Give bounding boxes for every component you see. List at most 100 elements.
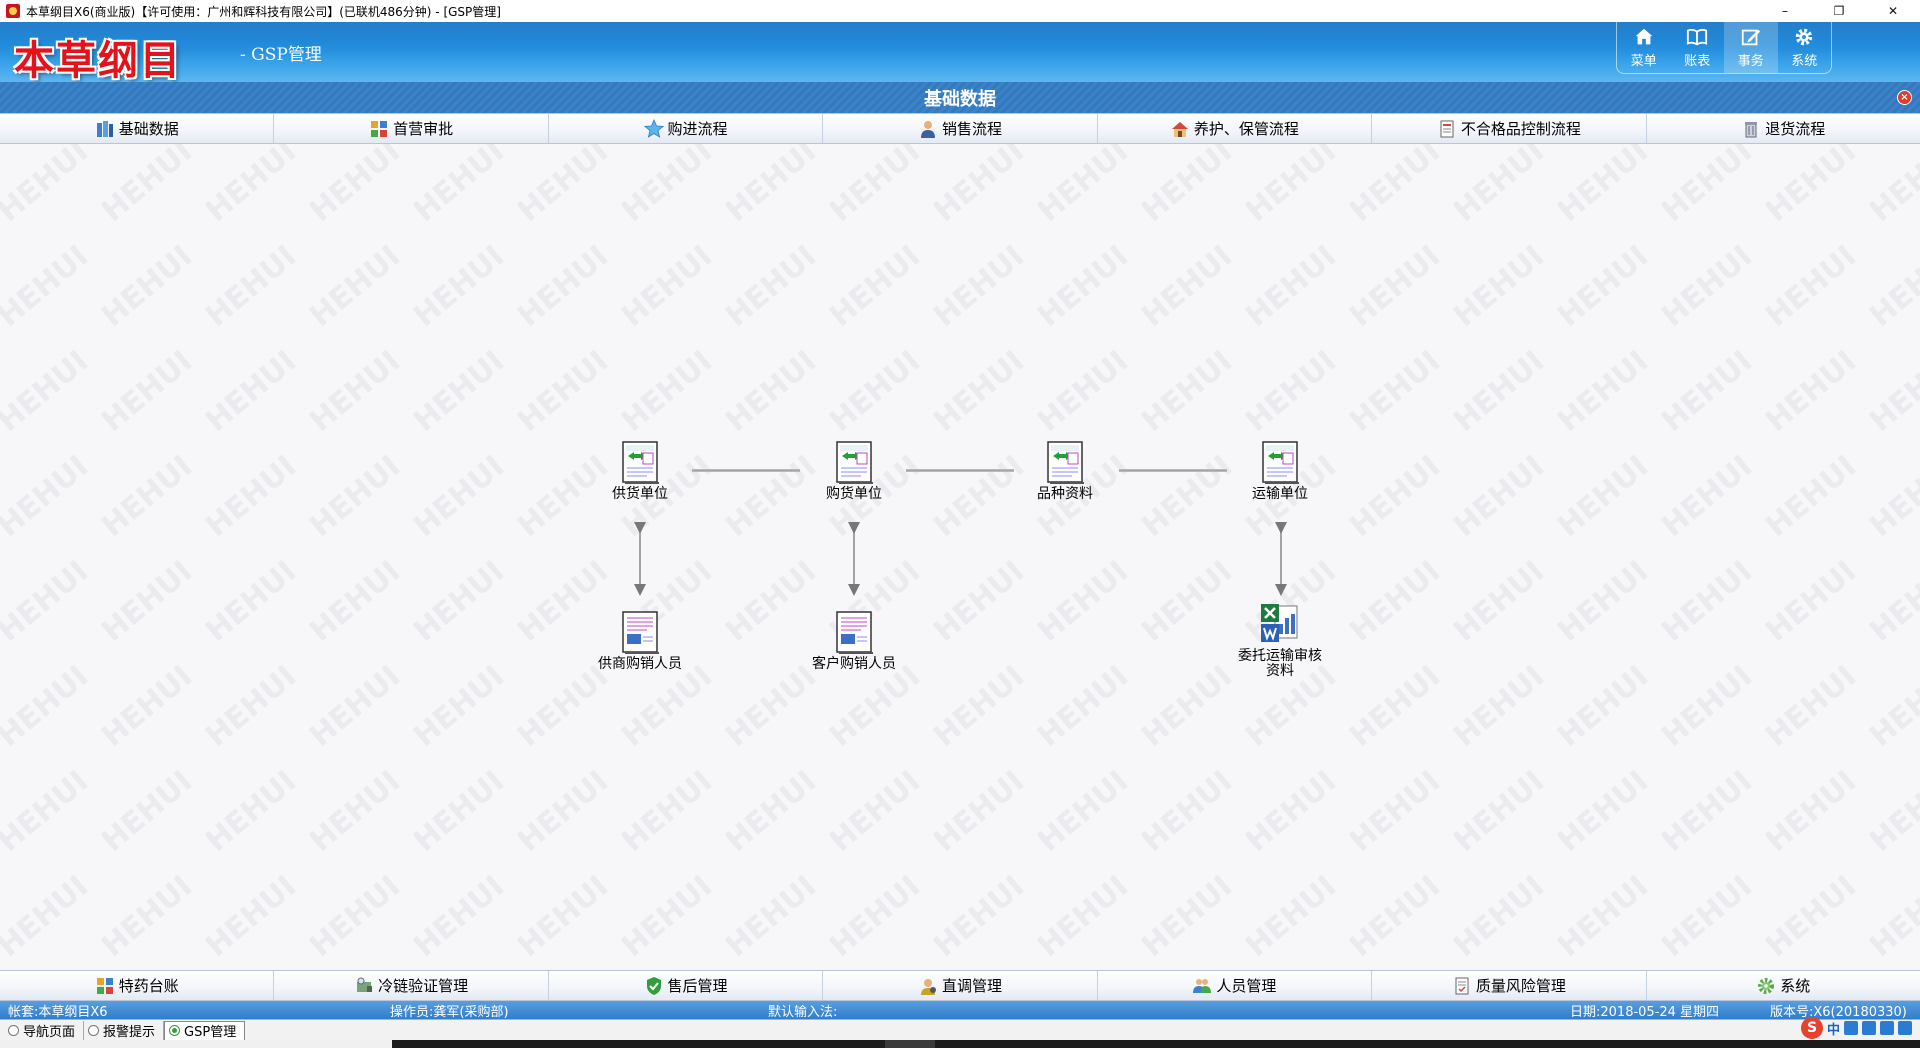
- tab-quality-risk-label: 质量风险管理: [1475, 977, 1566, 995]
- restore-button[interactable]: ❐: [1812, 0, 1866, 22]
- person-card-icon: [836, 611, 873, 654]
- section-header: 基础数据 ×: [0, 82, 1920, 113]
- node-supplier-staff-label: 供商购销人员: [598, 656, 682, 672]
- node-supplier-label: 供货单位: [612, 486, 668, 502]
- tab-quality-risk[interactable]: 质量风险管理: [1372, 971, 1647, 1000]
- top-tab-bar: 基础数据 首营审批 购进流程 销售流程 养护、保管流程 不合格品控制流程 退货流…: [0, 113, 1920, 144]
- app-icon: [6, 4, 20, 18]
- tab-maintenance-flow-label: 养护、保管流程: [1193, 120, 1299, 138]
- ime-tools-icon[interactable]: [1898, 1021, 1912, 1035]
- node-buyer-label: 购货单位: [826, 486, 882, 502]
- task-tab-navigation-label: 导航页面: [23, 1024, 76, 1040]
- minimize-button[interactable]: –: [1758, 0, 1812, 22]
- node-carrier[interactable]: 运输单位: [1225, 440, 1335, 502]
- nav-menu-button[interactable]: 菜单: [1617, 22, 1671, 73]
- node-buyer[interactable]: 购货单位: [799, 440, 909, 502]
- node-product-data[interactable]: 品种资料: [1010, 440, 1120, 502]
- ime-mode-indicator[interactable]: 中: [1827, 1019, 1840, 1038]
- radio-icon: [88, 1024, 100, 1036]
- task-tab-gsp-label: GSP管理: [184, 1025, 237, 1040]
- nav-system-label: 系统: [1791, 54, 1818, 69]
- data-card-icon: [836, 441, 873, 484]
- task-tab-alerts[interactable]: 报警提示: [84, 1020, 165, 1040]
- tab-first-approval[interactable]: 首营审批: [274, 114, 549, 143]
- section-title: 基础数据: [924, 88, 996, 110]
- shield-icon: [646, 976, 661, 995]
- taskbar-edge-mid: [885, 1040, 935, 1048]
- data-card-icon: [1262, 441, 1299, 484]
- house-icon: [1171, 121, 1188, 137]
- status-input-method: 默认输入法:: [768, 1004, 838, 1020]
- tab-cold-chain[interactable]: 冷链验证管理: [274, 971, 549, 1000]
- nav-affairs-label: 事务: [1737, 54, 1764, 69]
- tab-system-label: 系统: [1780, 977, 1811, 995]
- module-subtitle: - GSP管理: [240, 45, 322, 65]
- node-product-data-label: 品种资料: [1037, 486, 1093, 502]
- tab-sales-flow[interactable]: 销售流程: [823, 114, 1098, 143]
- tab-system[interactable]: 系统: [1647, 971, 1920, 1000]
- books-icon: [96, 120, 113, 137]
- home-icon: [1635, 28, 1652, 45]
- tab-direct-transfer[interactable]: 直调管理: [823, 971, 1098, 1000]
- node-transport-audit-label: 委托运输审核资料: [1238, 648, 1322, 679]
- tab-special-drug-ledger-label: 特药台账: [118, 977, 179, 995]
- close-section-icon[interactable]: ×: [1897, 90, 1912, 105]
- ime-keyboard-icon[interactable]: [1862, 1021, 1876, 1035]
- edit-icon: [1741, 29, 1760, 46]
- user-gear-icon: [920, 978, 936, 995]
- window-title-bar: 本草纲目X6(商业版)【许可使用：广州和辉科技有限公司】(已联机486分钟) -…: [0, 0, 1920, 22]
- data-card-icon: [622, 441, 659, 484]
- node-supplier[interactable]: 供货单位: [585, 440, 695, 502]
- tab-personnel[interactable]: 人员管理: [1098, 971, 1373, 1000]
- nav-system-button[interactable]: 系统: [1778, 22, 1832, 73]
- person-card-icon: [622, 611, 659, 654]
- tab-cold-chain-label: 冷链验证管理: [378, 977, 469, 995]
- taskbar-edge: [0, 1040, 1920, 1048]
- radio-icon: [169, 1025, 181, 1036]
- gear-icon: [1758, 977, 1775, 994]
- nav-reports-button[interactable]: 账表: [1671, 22, 1725, 73]
- taskbar-edge-left: [0, 1040, 392, 1048]
- tab-purchase-flow[interactable]: 购进流程: [549, 114, 824, 143]
- tab-maintenance-flow[interactable]: 养护、保管流程: [1098, 114, 1373, 143]
- bottom-tab-bar: 特药台账 冷链验证管理 售后管理 直调管理 人员管理 质量风险管理 系统: [0, 970, 1920, 1001]
- tab-special-drug-ledger[interactable]: 特药台账: [0, 971, 275, 1000]
- app-logo: 本草纲目: [14, 37, 182, 82]
- node-transport-audit[interactable]: 委托运输审核资料: [1225, 602, 1335, 679]
- tab-basic-data[interactable]: 基础数据: [0, 114, 275, 143]
- status-date: 日期:2018-05-24 星期四: [1570, 1004, 1720, 1020]
- users-icon: [1193, 978, 1212, 993]
- task-tab-gsp[interactable]: GSP管理: [164, 1020, 246, 1040]
- task-tab-navigation[interactable]: 导航页面: [4, 1020, 85, 1040]
- status-operator: 操作员:龚军(采购部): [390, 1004, 509, 1020]
- tab-first-approval-label: 首营审批: [393, 120, 454, 138]
- ime-punct-icon[interactable]: [1844, 1021, 1858, 1035]
- node-carrier-label: 运输单位: [1252, 486, 1308, 502]
- app-header: 本草纲目 - GSP管理 菜单 账表 事务 系统: [0, 22, 1920, 82]
- sogou-ime-icon[interactable]: S: [1800, 1017, 1823, 1039]
- status-bar: 帐套:本草纲目X6 操作员:龚军(采购部) 默认输入法: 日期:2018-05-…: [0, 1001, 1920, 1020]
- close-window-button[interactable]: ✕: [1866, 0, 1920, 22]
- gear-icon: [1796, 28, 1813, 46]
- node-customer-staff[interactable]: 客户购销人员: [799, 610, 909, 672]
- ime-settings-icon[interactable]: [1880, 1021, 1894, 1035]
- ime-toolbar[interactable]: S 中: [1800, 1016, 1912, 1040]
- puzzle-icon: [371, 120, 388, 137]
- radio-icon: [8, 1024, 19, 1036]
- office-docs-icon: [1261, 604, 1298, 642]
- tab-nonconforming-flow[interactable]: 不合格品控制流程: [1372, 114, 1647, 143]
- tab-after-sales[interactable]: 售后管理: [549, 971, 824, 1000]
- status-account: 帐套:本草纲目X6: [8, 1004, 108, 1020]
- task-tab-bar: 导航页面 报警提示 GSP管理: [0, 1019, 1920, 1040]
- tab-return-flow[interactable]: 退货流程: [1647, 114, 1920, 143]
- book-icon: [1687, 28, 1708, 46]
- nav-affairs-button[interactable]: 事务: [1724, 22, 1778, 73]
- tab-nonconforming-flow-label: 不合格品控制流程: [1460, 120, 1581, 138]
- tab-personnel-label: 人员管理: [1216, 977, 1277, 995]
- node-supplier-staff[interactable]: 供商购销人员: [585, 610, 695, 672]
- tab-after-sales-label: 售后管理: [667, 977, 728, 995]
- doc-check-icon: [1455, 977, 1469, 994]
- task-tab-alerts-label: 报警提示: [103, 1024, 156, 1040]
- person-icon: [920, 120, 935, 138]
- window-controls: – ❐ ✕: [1758, 0, 1920, 22]
